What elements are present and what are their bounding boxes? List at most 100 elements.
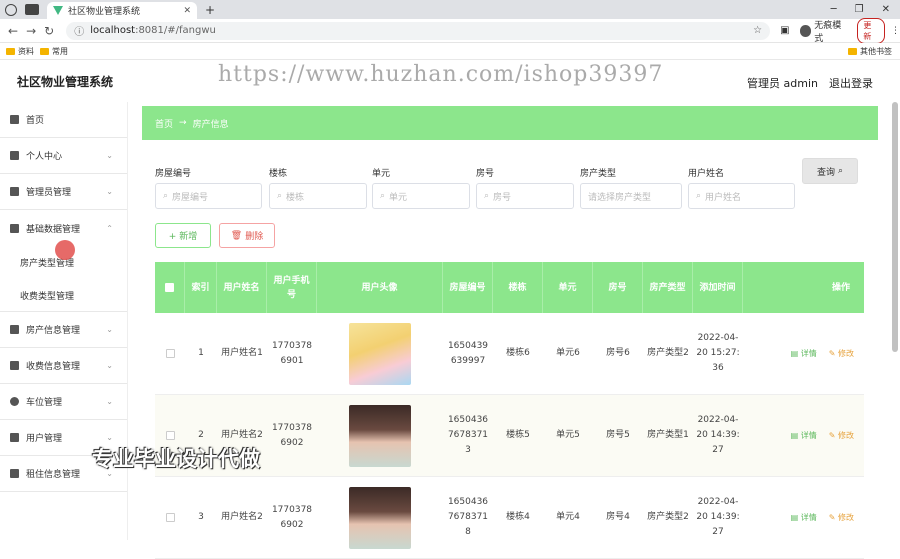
logout-link[interactable]: 退出登录 [829,75,873,91]
query-label: 查询 [816,167,835,178]
trash-icon: 🗑 [230,230,243,241]
room-input[interactable]: ⌕ 房号 [476,183,574,209]
unit-input[interactable]: ⌕ 单元 [372,183,470,209]
maximize-icon[interactable]: ❐ [855,4,864,15]
detail-button[interactable]: ▤ 详情 [791,428,817,443]
bookmarks-bar: 资料 常用 其他书签 [0,43,900,60]
col-index[interactable]: 索引 [185,262,217,313]
cell-building: 楼栋5 [506,430,530,440]
cell-avatar [317,313,443,394]
browser-tab[interactable]: 社区物业管理系统 ✕ [47,2,197,19]
placeholder: 单元 [389,192,408,203]
row-checkbox[interactable] [165,513,175,522]
cell-actions: ▤ 详情 ✎ 修改 [743,477,864,558]
click-indicator [55,240,75,260]
delete-label: 删除 [245,232,264,242]
edit-button[interactable]: ✎ 修改 [829,428,854,443]
edit-button[interactable]: ✎ 修改 [829,510,854,525]
username-input[interactable]: ⌕ 用户姓名 [688,183,795,209]
update-button[interactable]: 更新 [857,17,885,44]
forward-icon[interactable]: → [26,24,36,38]
other-bookmarks[interactable]: 其他书签 [848,46,892,57]
main-content: 首页 → 房产信息 房屋编号 楼栋 单元 房号 房产类型 用户姓名 ⌕ 房屋编号 … [142,102,878,559]
bookmark-folder-0[interactable]: 资料 [6,46,34,57]
col-avatar[interactable]: 用户头像 [317,262,443,313]
placeholder: 用户姓名 [705,192,742,203]
sidebar-item-parking[interactable]: 车位管理 ⌄ [0,384,127,420]
tab-list-icon[interactable] [25,4,39,15]
select-all-checkbox[interactable] [165,283,174,292]
cell-actions: ▤ 详情 ✎ 修改 [743,395,864,476]
sidebar-item-label: 收费信息管理 [26,362,81,372]
monitor-icon [10,469,19,478]
col-phone[interactable]: 用户手机号 [267,262,317,313]
row-checkbox[interactable] [165,349,175,358]
sidebar: 首页 个人中心 ⌄ 管理员管理 ⌄ 基础数据管理 ⌃ 房产类型管理 收费类型管理 房产… [0,102,128,540]
tab-title: 社区物业管理系统 [68,7,141,17]
filter-label-house-no: 房屋编号 [155,169,192,179]
sidebar-item-profile[interactable]: 个人中心 ⌄ [0,138,127,174]
sidebar-item-home[interactable]: 首页 [0,102,127,138]
col-time[interactable]: 添加时间 [693,262,743,313]
cell-unit: 单元4 [556,512,580,522]
close-tab-icon[interactable]: ✕ [183,6,191,16]
col-type[interactable]: 房产类型 [643,262,693,313]
page-scrollbar[interactable] [892,102,898,352]
user-icon [10,151,19,160]
sidebar-item-label: 租住信息管理 [26,470,81,480]
fee-icon [10,361,19,370]
detail-button[interactable]: ▤ 详情 [791,346,817,361]
close-window-icon[interactable]: ✕ [882,4,890,15]
sidebar-item-label: 基础数据管理 [26,224,81,235]
search-icon: ⌕ [277,191,283,201]
house-type-select[interactable]: 请选择房产类型 [580,183,682,209]
col-building[interactable]: 楼栋 [493,262,543,313]
search-icon: ⌕ [837,166,844,176]
sidebar-item-house[interactable]: 房产信息管理 ⌄ [0,312,127,348]
col-username[interactable]: 用户姓名 [217,262,267,313]
bookmark-folder-1[interactable]: 常用 [40,46,68,57]
col-unit[interactable]: 单元 [543,262,593,313]
browser-menu-icon[interactable] [5,3,17,16]
building-input[interactable]: ⌕ 楼栋 [269,183,367,209]
edit-label: 修改 [838,349,854,358]
col-room[interactable]: 房号 [593,262,643,313]
detail-label: 详情 [800,349,817,358]
detail-button[interactable]: ▤ 详情 [791,510,817,525]
url-field[interactable]: ⓘ localhost:8081/#/fangwu ☆ [66,21,771,40]
submenu-fee-type[interactable]: 收费类型管理 [0,279,127,312]
new-tab-icon[interactable]: + [205,3,215,17]
breadcrumb-home[interactable]: 首页 [155,117,173,130]
url-path: :8081/#/fangwu [135,25,216,36]
col-house-no[interactable]: 房屋编号 [443,262,493,313]
address-bar: ← → ↻ ⓘ localhost:8081/#/fangwu ☆ ▣ 无痕模式… [0,17,900,44]
incognito-indicator[interactable]: 无痕模式 [799,18,850,44]
edit-button[interactable]: ✎ 修改 [829,346,854,361]
filter-label-username: 用户姓名 [688,169,725,179]
sidebar-item-admin[interactable]: 管理员管理 ⌄ [0,174,127,210]
delete-button[interactable]: 🗑 删除 [219,223,275,248]
sidebar-toggle-icon[interactable]: ▣ [780,25,789,36]
add-button[interactable]: + 新增 [155,223,211,248]
admin-icon [10,187,19,196]
sidebar-item-fee[interactable]: 收费信息管理 ⌄ [0,348,127,384]
chevron-down-icon: ⌄ [106,433,113,442]
back-icon[interactable]: ← [8,24,18,38]
cell-room: 房号4 [606,512,630,522]
row-checkbox-cell [155,477,185,558]
search-icon: ⌕ [163,191,169,201]
search-icon: ⌕ [484,191,490,201]
detail-label: 详情 [800,513,817,522]
minimize-icon[interactable]: ─ [831,4,837,15]
house-no-input[interactable]: ⌕ 房屋编号 [155,183,262,209]
bookmark-star-icon[interactable]: ☆ [753,25,762,36]
avatar[interactable] [349,486,411,549]
placeholder: 楼栋 [286,192,305,203]
cell-type: 房产类型1 [647,430,689,440]
query-button[interactable]: 查询 ⌕ [802,158,858,184]
reload-icon[interactable]: ↻ [44,24,54,38]
more-icon[interactable]: ⋮ [891,26,900,36]
row-checkbox[interactable] [165,431,175,440]
avatar[interactable] [349,322,411,385]
avatar[interactable] [349,404,411,467]
